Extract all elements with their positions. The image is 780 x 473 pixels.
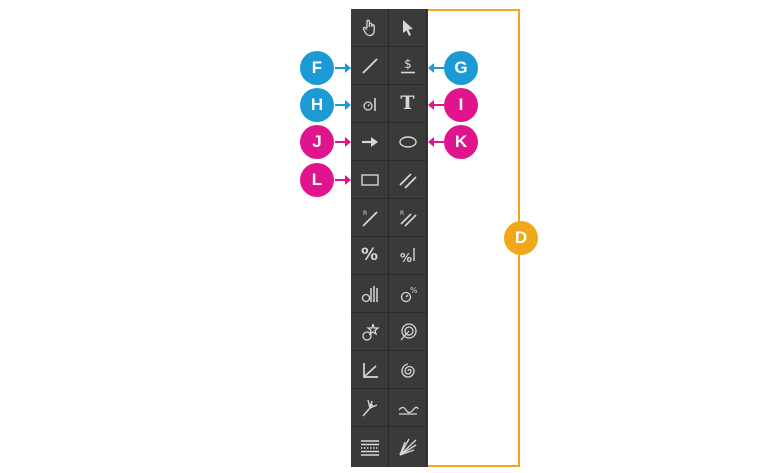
horizontal-lines-tool-button[interactable] xyxy=(351,427,389,467)
parallel-lines-tool-button[interactable] xyxy=(389,161,427,199)
line-tool-button[interactable] xyxy=(351,47,389,85)
svg-text:%: % xyxy=(400,251,412,265)
timer-marker-tool-button[interactable] xyxy=(351,85,389,123)
dollar-value-tool-button[interactable]: $ xyxy=(389,47,427,85)
angle-tool-icon xyxy=(362,362,378,378)
callout-j: J xyxy=(300,125,334,159)
angle-tool-button[interactable] xyxy=(351,351,389,389)
percent-line-tool-icon: % xyxy=(400,247,415,265)
text-tool-button[interactable]: T xyxy=(389,85,427,123)
horizontal-lines-tool-icon xyxy=(360,440,379,456)
ellipse-tool-button[interactable] xyxy=(389,123,427,161)
callout-h: H xyxy=(300,88,334,122)
callout-f-arrow xyxy=(335,63,351,73)
svg-text:%: % xyxy=(410,286,418,295)
fibonacci-spiral-tool-button[interactable] xyxy=(389,351,427,389)
drawing-toolbar: $ T R R % % % xyxy=(351,9,428,467)
rectangle-tool-icon xyxy=(360,173,379,186)
callout-h-arrow xyxy=(335,100,351,110)
pitchfork-tool-button[interactable] xyxy=(351,389,389,427)
parallel-lines-tool-icon xyxy=(398,172,417,189)
timer-bars-tool-button[interactable] xyxy=(351,275,389,313)
percent-tool-button[interactable]: % xyxy=(351,237,389,275)
ray-line-tool-button[interactable]: R xyxy=(351,199,389,237)
timer-percent-tool-button[interactable]: % xyxy=(389,275,427,313)
callout-k-arrow xyxy=(428,137,444,147)
timer-bars-tool-icon xyxy=(361,285,378,302)
percent-tool-icon: % xyxy=(360,245,379,265)
pointer-tool-button[interactable] xyxy=(389,9,427,47)
pitchfork-tool-icon xyxy=(361,399,377,416)
spiral-target-tool-icon xyxy=(400,322,417,340)
wave-tool-icon xyxy=(397,406,419,415)
arrow-tool-button[interactable] xyxy=(351,123,389,161)
svg-text:R: R xyxy=(400,210,404,217)
callout-l: L xyxy=(300,163,334,197)
ray-line-tool-icon: R xyxy=(361,210,378,227)
fan-lines-tool-icon xyxy=(398,438,416,456)
callout-g-arrow xyxy=(428,63,444,73)
line-tool-icon xyxy=(361,57,378,74)
callout-k: K xyxy=(444,125,478,159)
svg-text:R: R xyxy=(363,210,367,217)
ellipse-tool-icon xyxy=(398,135,417,148)
ray-parallel-tool-icon: R xyxy=(400,210,417,227)
rectangle-tool-button[interactable] xyxy=(351,161,389,199)
timer-star-tool-button[interactable] xyxy=(351,313,389,351)
callout-j-arrow xyxy=(335,137,351,147)
spiral-target-tool-button[interactable] xyxy=(389,313,427,351)
timer-marker-tool-icon xyxy=(362,97,376,111)
svg-text:$: $ xyxy=(404,57,412,71)
arrow-tool-icon xyxy=(361,136,378,147)
percent-line-tool-button[interactable]: % xyxy=(389,237,427,275)
wave-tool-button[interactable] xyxy=(389,389,427,427)
callout-f: F xyxy=(300,51,334,85)
pointer-tool-icon xyxy=(402,19,413,36)
timer-star-tool-icon xyxy=(361,323,380,341)
callout-i: I xyxy=(444,88,478,122)
hand-tool-icon xyxy=(362,19,375,36)
callout-g: G xyxy=(444,51,478,85)
dollar-value-tool-icon: $ xyxy=(400,57,415,73)
text-tool-icon: T xyxy=(400,92,415,114)
hand-tool-button[interactable] xyxy=(351,9,389,47)
callout-d: D xyxy=(504,221,538,255)
fan-lines-tool-button[interactable] xyxy=(389,427,427,467)
fibonacci-spiral-tool-icon xyxy=(400,362,415,378)
ray-parallel-tool-button[interactable]: R xyxy=(389,199,427,237)
callout-l-arrow xyxy=(335,175,351,185)
timer-percent-tool-icon: % xyxy=(400,286,418,302)
callout-i-arrow xyxy=(428,100,444,110)
